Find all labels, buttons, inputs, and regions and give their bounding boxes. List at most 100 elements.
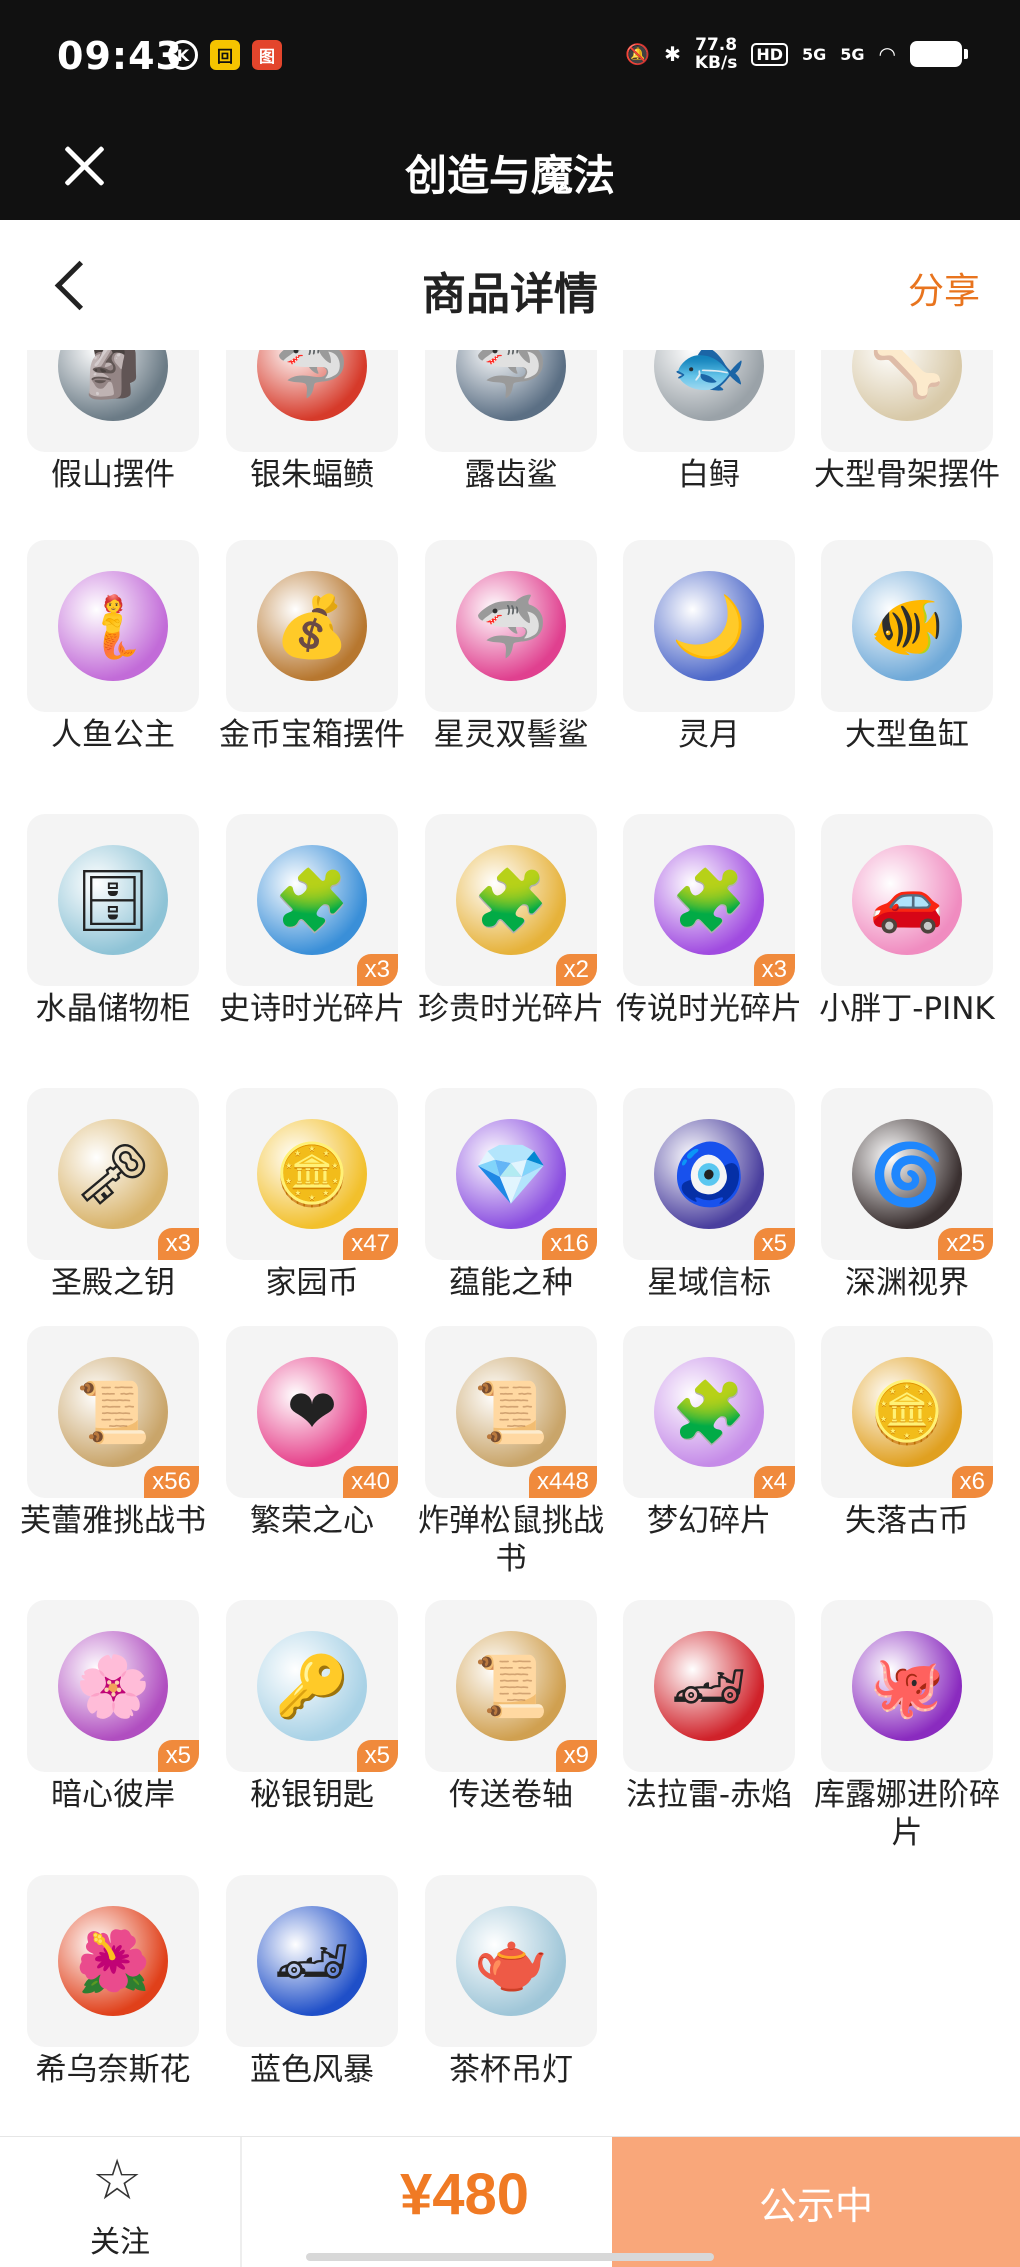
hd-icon: HD	[751, 42, 789, 66]
signal-icon: 5G	[802, 44, 827, 64]
item-thumbnail: 📜 x448	[425, 1326, 597, 1498]
item-name: 传送卷轴	[449, 1777, 573, 1813]
grid-item[interactable]: 📜 x9 传送卷轴	[425, 1600, 597, 1814]
item-thumbnail: 🏎	[623, 1600, 795, 1772]
item-thumbnail: 🦈	[425, 540, 597, 712]
item-grid: 🗿 假山摆件 🦈 银朱蝠鲼 🦈 露齿鲨 🐟 白鲟 🦴 大型骨架摆件 🧜 人鱼公主 💰 金币宝箱摆件 🦈 星灵双…	[0, 350, 1020, 2130]
grid-item[interactable]: 🧩 x3 史诗时光碎片	[219, 814, 405, 1028]
grid-item[interactable]: 🌙 灵月	[623, 540, 795, 754]
grid-item[interactable]: 🪙 x6 失落古币	[821, 1326, 993, 1540]
quantity-badge: x9	[555, 1740, 597, 1772]
wifi-icon: ◠	[878, 42, 896, 66]
grid-item[interactable]: 🐙 库露娜进阶碎片	[814, 1600, 1000, 1852]
grid-item[interactable]: 🏎 法拉雷-赤焰	[623, 1600, 795, 1814]
item-thumbnail: 🚗	[821, 814, 993, 986]
item-name: 银朱蝠鲼	[250, 457, 374, 493]
grid-item[interactable]: 🧜 人鱼公主	[27, 540, 199, 754]
grid-item[interactable]: ❤ x40 繁荣之心	[226, 1326, 398, 1540]
grid-item[interactable]: 🪙 x47 家园币	[226, 1088, 398, 1302]
item-name: 星域信标	[647, 1265, 771, 1301]
item-name: 水晶储物柜	[35, 991, 191, 1027]
item-thumbnail: ❤ x40	[226, 1326, 398, 1498]
item-thumbnail: 🗿	[27, 350, 199, 452]
item-thumbnail: 🦈	[425, 350, 597, 452]
item-name: 珍贵时光碎片	[418, 991, 604, 1027]
item-image: 🌸	[58, 1631, 168, 1741]
quantity-badge: x56	[144, 1466, 199, 1498]
item-image: 🐟	[654, 350, 764, 421]
item-thumbnail: 🧜	[27, 540, 199, 712]
grid-item[interactable]: 🚗 小胖丁-PINK	[819, 814, 995, 1028]
public-notice-button[interactable]: 公示中	[612, 2137, 1020, 2267]
grid-item[interactable]: 🦈 银朱蝠鲼	[226, 350, 398, 494]
item-image: 🧩	[654, 1357, 764, 1467]
item-image: 🐠	[852, 571, 962, 681]
app-notification-icon: 回	[210, 40, 240, 70]
grid-item[interactable]: 🦴 大型骨架摆件	[814, 350, 1000, 494]
item-thumbnail: 🧿 x5	[623, 1088, 795, 1260]
item-thumbnail: 🐙	[821, 1600, 993, 1772]
grid-item[interactable]: 💰 金币宝箱摆件	[219, 540, 405, 754]
grid-item[interactable]: 💎 x16 蕴能之种	[425, 1088, 597, 1302]
item-image: 🦴	[852, 350, 962, 421]
item-thumbnail: 🌙	[623, 540, 795, 712]
network-speed: 77.8 KB/s	[694, 35, 738, 73]
grid-item[interactable]: 🧩 x4 梦幻碎片	[623, 1326, 795, 1540]
grid-item[interactable]: 🧿 x5 星域信标	[623, 1088, 795, 1302]
grid-item[interactable]: 🦈 露齿鲨	[425, 350, 597, 494]
grid-item[interactable]: 🐠 大型鱼缸	[821, 540, 993, 754]
item-image: 🪙	[852, 1357, 962, 1467]
grid-item[interactable]: 🏎 蓝色风暴	[226, 1875, 398, 2089]
grid-item[interactable]: 🧩 x2 珍贵时光碎片	[418, 814, 604, 1028]
grid-item[interactable]: 🌸 x5 暗心彼岸	[27, 1600, 199, 1814]
item-thumbnail: 🌸 x5	[27, 1600, 199, 1772]
grid-item[interactable]: 🦈 星灵双髻鲨	[425, 540, 597, 754]
item-name: 大型骨架摆件	[814, 457, 1000, 493]
item-image: 🌙	[654, 571, 764, 681]
item-image: 🐙	[852, 1631, 962, 1741]
grid-item[interactable]: 📜 x56 芙蕾雅挑战书	[20, 1326, 206, 1540]
item-image: 🔑	[257, 1631, 367, 1741]
grid-item[interactable]: 🗿 假山摆件	[27, 350, 199, 494]
grid-item[interactable]: 📜 x448 炸弹松鼠挑战书	[418, 1326, 604, 1578]
grid-item[interactable]: 🗝 x3 圣殿之钥	[27, 1088, 199, 1302]
item-image: 🗿	[58, 350, 168, 421]
item-thumbnail: 🪙 x6	[821, 1326, 993, 1498]
follow-button[interactable]: ☆ 关注	[0, 2137, 242, 2267]
page-title: 商品详情	[422, 269, 598, 320]
item-thumbnail: 🗄	[27, 814, 199, 986]
app-notification-icon: 图	[252, 40, 282, 70]
quantity-badge: x47	[343, 1228, 398, 1260]
grid-item[interactable]: 🫖 茶杯吊灯	[425, 1875, 597, 2089]
item-thumbnail: 🌺	[27, 1875, 199, 2047]
quantity-badge: x16	[542, 1228, 597, 1260]
item-image: 🚗	[852, 845, 962, 955]
item-name: 家园币	[265, 1265, 359, 1301]
grid-item[interactable]: 🔑 x5 秘银钥匙	[226, 1600, 398, 1814]
item-image: 💰	[257, 571, 367, 681]
item-name: 小胖丁-PINK	[819, 991, 995, 1027]
status-time: 09:43	[57, 34, 183, 78]
grid-item[interactable]: 🌀 x25 深渊视界	[821, 1088, 993, 1302]
grid-item[interactable]: 🌺 希乌奈斯花	[27, 1875, 199, 2089]
item-thumbnail: 🌀 x25	[821, 1088, 993, 1260]
grid-item[interactable]: 🐟 白鲟	[623, 350, 795, 494]
status-right-icons: 🔕 ✱ 77.8 KB/s HD 5G 5G ◠	[625, 35, 968, 73]
item-name: 假山摆件	[51, 457, 175, 493]
grid-item[interactable]: 🧩 x3 传说时光碎片	[616, 814, 802, 1028]
item-image: 🫖	[456, 1906, 566, 2016]
item-name: 蕴能之种	[449, 1265, 573, 1301]
mute-icon: 🔕	[625, 42, 651, 66]
item-image: 💎	[456, 1119, 566, 1229]
item-thumbnail: 🐟	[623, 350, 795, 452]
app-title-bar: 创造与魔法	[0, 112, 1020, 220]
quantity-badge: x3	[356, 954, 398, 986]
item-thumbnail: 💰	[226, 540, 398, 712]
share-button[interactable]: 分享	[908, 262, 980, 314]
grid-item[interactable]: 🗄 水晶储物柜	[27, 814, 199, 1028]
item-thumbnail: 🗝 x3	[27, 1088, 199, 1260]
quantity-badge: x25	[938, 1228, 993, 1260]
item-name: 金币宝箱摆件	[219, 717, 405, 753]
item-name: 梦幻碎片	[647, 1503, 771, 1539]
item-image: 🏎	[257, 1906, 367, 2016]
